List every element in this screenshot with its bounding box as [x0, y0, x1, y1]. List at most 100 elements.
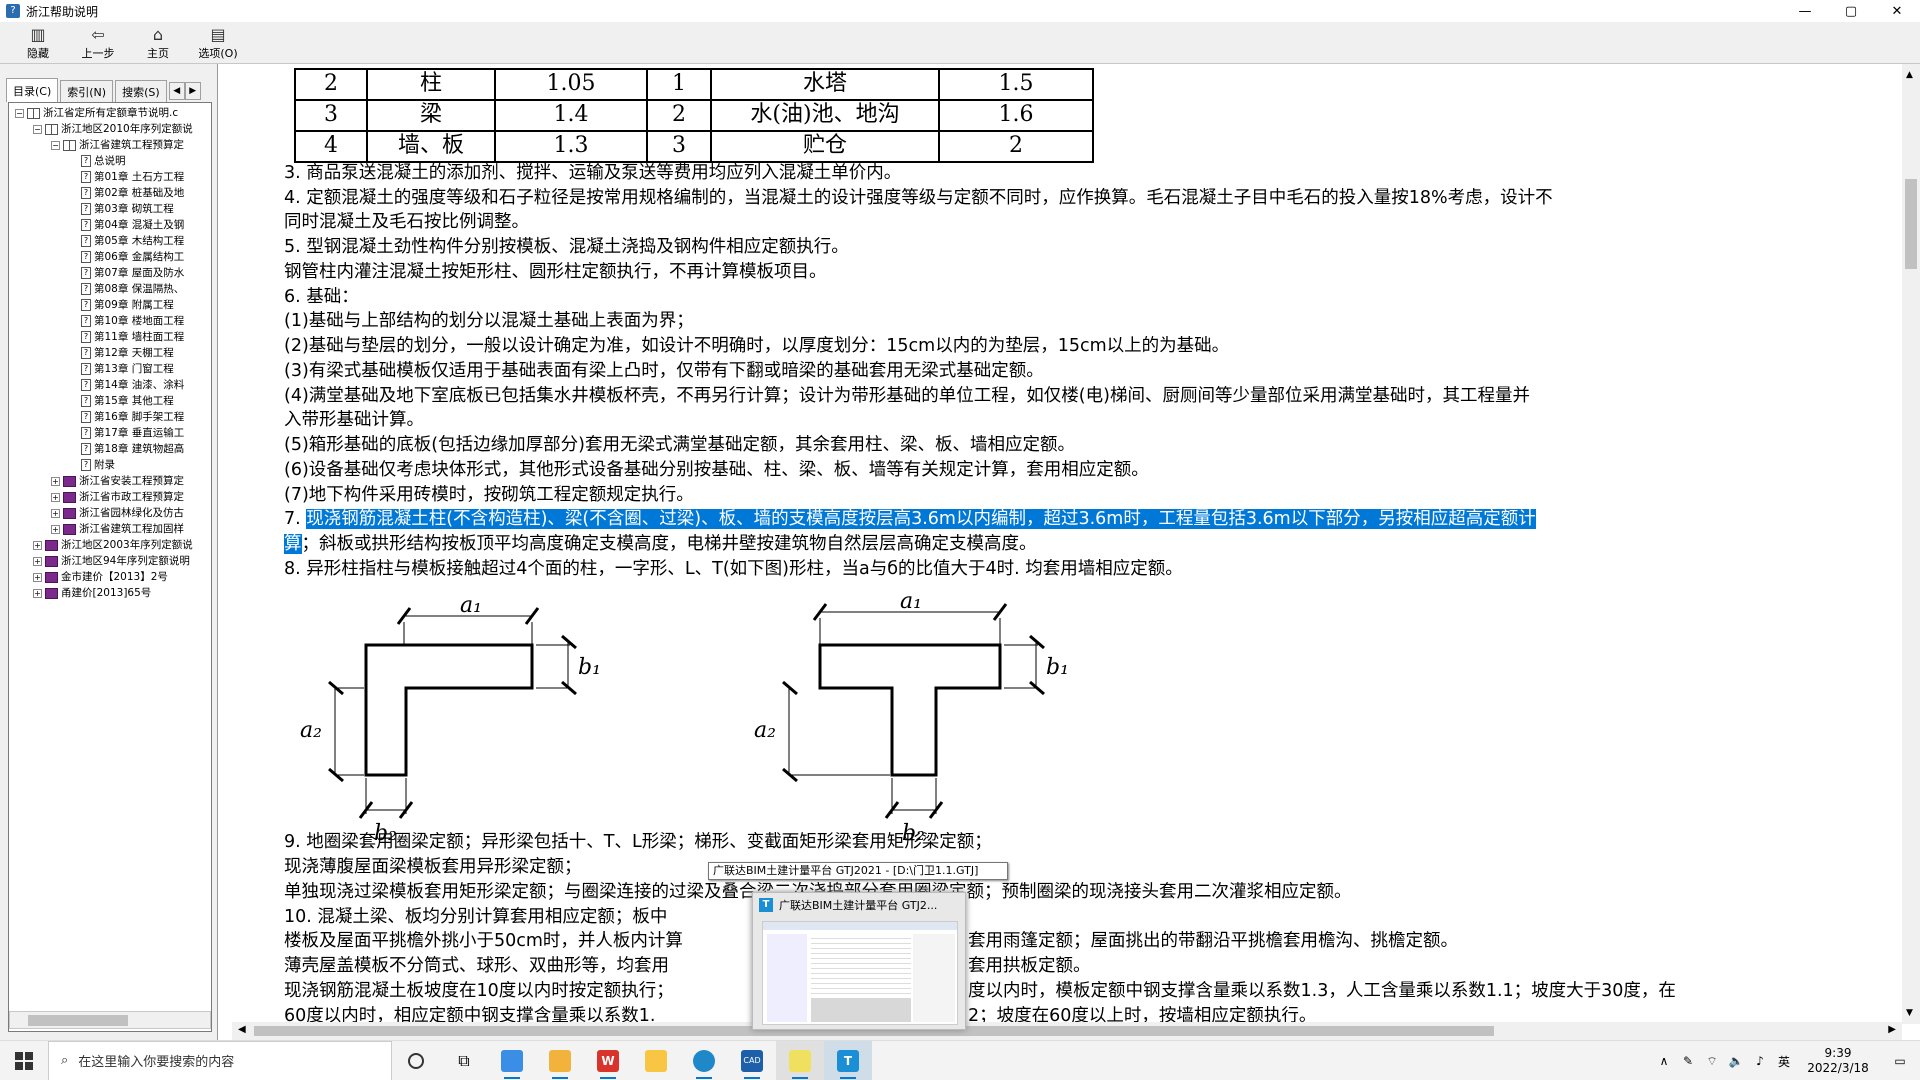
taskbar-app-wps[interactable]: W: [584, 1041, 632, 1080]
collapse-icon[interactable]: −: [15, 108, 24, 118]
tab-scroll-right-icon[interactable]: ▶: [184, 82, 201, 100]
task-view-button[interactable]: ⧉: [440, 1041, 488, 1080]
table-cell: 2: [646, 99, 712, 132]
expand-icon[interactable]: +: [33, 556, 42, 566]
tree-item[interactable]: + 浙江省建筑工程加固样: [9, 521, 211, 537]
back-button[interactable]: ⇦ 上一步: [68, 22, 128, 64]
tree-item[interactable]: ? 第14章 油漆、涂料: [9, 377, 211, 393]
tree-item[interactable]: − 浙江省建筑工程预算定: [9, 137, 211, 153]
tab-contents[interactable]: 目录(C): [6, 78, 59, 102]
scroll-up-icon[interactable]: ▲: [1906, 70, 1913, 80]
content-vertical-scrollbar[interactable]: ▲ ▼: [1902, 64, 1920, 1024]
open-book-icon: [27, 107, 40, 119]
expand-icon[interactable]: +: [51, 508, 60, 518]
close-button[interactable]: ✕: [1874, 0, 1920, 22]
tab-index[interactable]: 索引(N): [60, 80, 114, 102]
volume-icon[interactable]: 🔈: [1724, 1054, 1748, 1068]
table-cell: 3: [646, 130, 712, 163]
tree-item[interactable]: ? 第04章 混凝土及钢: [9, 217, 211, 233]
taskbar-search[interactable]: ⌕ 在这里输入你要搜索的内容: [48, 1040, 392, 1080]
help-content: 2 柱 1.05 1 水塔 1.5 3 梁 1.4 2 水(油)池、地沟 1.6 4 墙、板 1.3 3 贮仓 2…: [228, 64, 1902, 1022]
tree-item-label: 第16章 脚手架工程: [94, 411, 185, 423]
scroll-right-icon[interactable]: ▶: [1888, 1024, 1896, 1035]
tree-item[interactable]: + 浙江地区2003年序列定额说: [9, 537, 211, 553]
tree-item[interactable]: − 浙江地区2010年序列定额说: [9, 121, 211, 137]
notification-icon[interactable]: ▭: [1880, 1054, 1920, 1068]
tree-item[interactable]: + 浙江省园林绿化及仿古: [9, 505, 211, 521]
options-button[interactable]: ▤ 选项(O): [188, 22, 248, 64]
tree-horizontal-scrollbar[interactable]: [9, 1011, 211, 1029]
cad-icon: CAD: [741, 1049, 763, 1072]
tree-item-label: 第17章 垂直运输工: [94, 427, 185, 439]
scroll-left-icon[interactable]: ◀: [238, 1024, 246, 1035]
tree-item[interactable]: + 金市建价【2013】2号: [9, 569, 211, 585]
tree-item[interactable]: ? 附录: [9, 457, 211, 473]
input-language[interactable]: 英: [1772, 1053, 1796, 1070]
maximize-button[interactable]: ▢: [1828, 0, 1874, 22]
tree-item[interactable]: ? 第07章 屋面及防水: [9, 265, 211, 281]
tree-item[interactable]: ? 第13章 门窗工程: [9, 361, 211, 377]
taskbar-app-notes[interactable]: [536, 1041, 584, 1080]
collapse-icon[interactable]: −: [51, 140, 60, 150]
tree-item[interactable]: ? 第01章 土石方工程: [9, 169, 211, 185]
content-vscroll-thumb[interactable]: [1905, 179, 1917, 269]
cortana-button[interactable]: [392, 1041, 440, 1080]
hide-button[interactable]: ▥ 隐藏: [8, 22, 68, 64]
tree-item[interactable]: ? 第11章 墙柱面工程: [9, 329, 211, 345]
tree-item[interactable]: + 甬建价[2013]65号: [9, 585, 211, 601]
taskbar-app-snipping[interactable]: [488, 1041, 536, 1080]
expand-icon[interactable]: +: [51, 492, 60, 502]
tree-item[interactable]: ? 总说明: [9, 153, 211, 169]
taskbar-app-cad[interactable]: CAD: [728, 1041, 776, 1080]
taskbar-app-gtj[interactable]: T: [824, 1040, 872, 1080]
taskbar-app-explorer[interactable]: [632, 1041, 680, 1080]
tray-overflow-icon[interactable]: ∧: [1652, 1054, 1676, 1068]
home-button[interactable]: ⌂ 主页: [128, 22, 188, 64]
expand-icon[interactable]: +: [51, 524, 60, 534]
thumbnail-window-preview[interactable]: [762, 921, 958, 1025]
tab-scroll-left-icon[interactable]: ◀: [168, 82, 185, 100]
tree-item[interactable]: ? 第08章 保温隔热、: [9, 281, 211, 297]
tree-item[interactable]: ? 第09章 附属工程: [9, 297, 211, 313]
coefficient-table: 2 柱 1.05 1 水塔 1.5 3 梁 1.4 2 水(油)池、地沟 1.6 4 墙、板 1.3 3 贮仓 2: [294, 68, 1094, 163]
selected-text-1[interactable]: 现浇钢筋混凝土柱(不含构造柱)、梁(不含圈、过梁)、板、墙的支模高度按层高3.6…: [306, 509, 1536, 529]
expand-icon[interactable]: +: [33, 588, 42, 598]
tree-item[interactable]: + 浙江省市政工程预算定: [9, 489, 211, 505]
tree-item[interactable]: ? 第10章 楼地面工程: [9, 313, 211, 329]
tab-search[interactable]: 搜索(S): [115, 80, 167, 102]
expand-icon[interactable]: +: [33, 540, 42, 550]
tree-item[interactable]: ? 第12章 天棚工程: [9, 345, 211, 361]
expand-icon[interactable]: +: [51, 476, 60, 486]
tree-item[interactable]: ? 第03章 砌筑工程: [9, 201, 211, 217]
tree-item[interactable]: ? 第16章 脚手架工程: [9, 409, 211, 425]
clock[interactable]: 9:39 2022/3/18: [1796, 1046, 1880, 1076]
tree-scroll-thumb[interactable]: [28, 1015, 128, 1026]
network-icon[interactable]: ⌔: [1700, 1054, 1724, 1069]
tree-item[interactable]: ? 第15章 其他工程: [9, 393, 211, 409]
selected-text-2[interactable]: 算: [284, 534, 302, 554]
ime-icon[interactable]: ♪: [1748, 1054, 1772, 1068]
scroll-down-icon[interactable]: ▼: [1906, 1008, 1913, 1018]
tree-item[interactable]: ? 第17章 垂直运输工: [9, 425, 211, 441]
tree-item[interactable]: − 浙江省定所有定额章节说明.c: [9, 105, 211, 121]
t-shape-outline: [818, 643, 1002, 777]
collapse-icon[interactable]: −: [33, 124, 42, 134]
content-horizontal-scrollbar[interactable]: ◀ ▶: [232, 1022, 1902, 1040]
start-button[interactable]: [0, 1041, 48, 1080]
expand-icon[interactable]: +: [33, 572, 42, 582]
taskbar-thumbnail-preview[interactable]: T 广联达BIM土建计量平台 GTJ2...: [752, 892, 966, 1030]
tree-item[interactable]: ? 第06章 金属结构工: [9, 249, 211, 265]
tree-item[interactable]: ? 第18章 建筑物超高: [9, 441, 211, 457]
minimize-button[interactable]: —: [1782, 0, 1828, 22]
pen-icon[interactable]: ✎: [1676, 1054, 1700, 1068]
taskbar-app-edge[interactable]: [680, 1041, 728, 1080]
tree-item[interactable]: + 浙江省安装工程预算定: [9, 473, 211, 489]
app-icon: ?: [6, 4, 20, 18]
tree-item[interactable]: ? 第02章 桩基础及地: [9, 185, 211, 201]
tree-item-label: 第09章 附属工程: [94, 299, 174, 311]
closed-book-icon: [63, 523, 76, 535]
tree-item[interactable]: + 浙江地区94年序列定额说明: [9, 553, 211, 569]
tree-item[interactable]: ? 第05章 木结构工程: [9, 233, 211, 249]
taskbar-app-help[interactable]: [776, 1040, 824, 1080]
clock-date: 2022/3/18: [1807, 1061, 1869, 1075]
